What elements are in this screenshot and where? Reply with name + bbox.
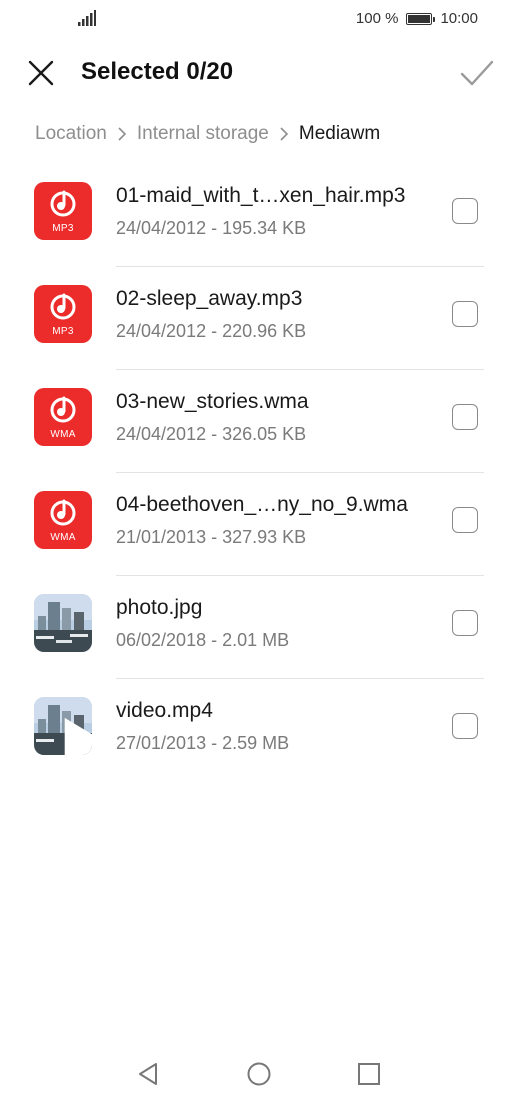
file-row[interactable]: photo.jpg 06/02/2018 - 2.01 MB <box>0 576 518 679</box>
navigation-bar <box>0 1046 518 1108</box>
music-file-icon: MP3 <box>34 182 92 240</box>
close-icon[interactable] <box>24 56 58 90</box>
app-bar: Selected 0/20 <box>0 44 518 104</box>
chevron-right-icon <box>280 127 289 141</box>
breadcrumb: Location Internal storage Mediawm <box>35 118 380 150</box>
file-row[interactable]: WMA 03-new_stories.wma 24/04/2012 - 326.… <box>0 370 518 473</box>
select-checkbox[interactable] <box>452 507 478 533</box>
select-checkbox[interactable] <box>452 301 478 327</box>
file-type-badge: WMA <box>50 532 76 543</box>
battery-icon <box>406 12 436 25</box>
breadcrumb-location[interactable]: Location <box>35 123 107 145</box>
select-checkbox[interactable] <box>452 610 478 636</box>
file-name: video.mp4 <box>116 699 213 722</box>
page-title: Selected 0/20 <box>81 58 234 85</box>
file-name: 02-sleep_away.mp3 <box>116 287 303 310</box>
file-type-badge: MP3 <box>52 223 74 234</box>
music-file-icon: MP3 <box>34 285 92 343</box>
home-icon[interactable] <box>245 1060 273 1088</box>
select-checkbox[interactable] <box>452 404 478 430</box>
recents-icon[interactable] <box>355 1060 383 1088</box>
file-row[interactable]: video.mp4 27/01/2013 - 2.59 MB <box>0 679 518 782</box>
file-name: 04-beethoven_…ny_no_9.wma <box>116 493 408 516</box>
select-checkbox[interactable] <box>452 198 478 224</box>
back-icon[interactable] <box>134 1060 162 1088</box>
breadcrumb-current-folder: Mediawm <box>298 123 381 144</box>
file-list: MP3 01-maid_with_t…xen_hair.mp3 24/04/20… <box>0 164 518 782</box>
play-icon <box>64 717 92 755</box>
file-meta: 27/01/2013 - 2.59 MB <box>116 733 290 753</box>
checkmark-icon[interactable] <box>458 54 496 92</box>
file-meta: 21/01/2013 - 327.93 KB <box>116 527 307 547</box>
file-meta: 24/04/2012 - 326.05 KB <box>116 424 307 444</box>
file-type-badge: MP3 <box>52 326 74 337</box>
file-name: 01-maid_with_t…xen_hair.mp3 <box>116 184 406 207</box>
file-meta: 24/04/2012 - 195.34 KB <box>116 218 307 238</box>
status-bar: 100 % 10:00 <box>0 0 518 38</box>
battery-percentage: 100 % <box>355 10 399 27</box>
file-type-badge: WMA <box>50 429 76 440</box>
music-file-icon: WMA <box>34 491 92 549</box>
signal-icon <box>78 10 96 26</box>
video-thumbnail <box>34 697 92 755</box>
file-name: photo.jpg <box>116 596 203 619</box>
file-name: 03-new_stories.wma <box>116 390 309 413</box>
file-row[interactable]: WMA 04-beethoven_…ny_no_9.wma 21/01/2013… <box>0 473 518 576</box>
file-meta: 06/02/2018 - 2.01 MB <box>116 630 290 650</box>
breadcrumb-internal-storage[interactable]: Internal storage <box>137 123 269 145</box>
image-thumbnail <box>34 594 92 652</box>
chevron-right-icon <box>118 127 126 141</box>
file-row[interactable]: MP3 02-sleep_away.mp3 24/04/2012 - 220.9… <box>0 267 518 370</box>
file-row[interactable]: MP3 01-maid_with_t…xen_hair.mp3 24/04/20… <box>0 164 518 267</box>
music-file-icon: WMA <box>34 388 92 446</box>
select-checkbox[interactable] <box>452 713 478 739</box>
file-meta: 24/04/2012 - 220.96 KB <box>116 321 307 341</box>
clock: 10:00 <box>440 10 478 27</box>
